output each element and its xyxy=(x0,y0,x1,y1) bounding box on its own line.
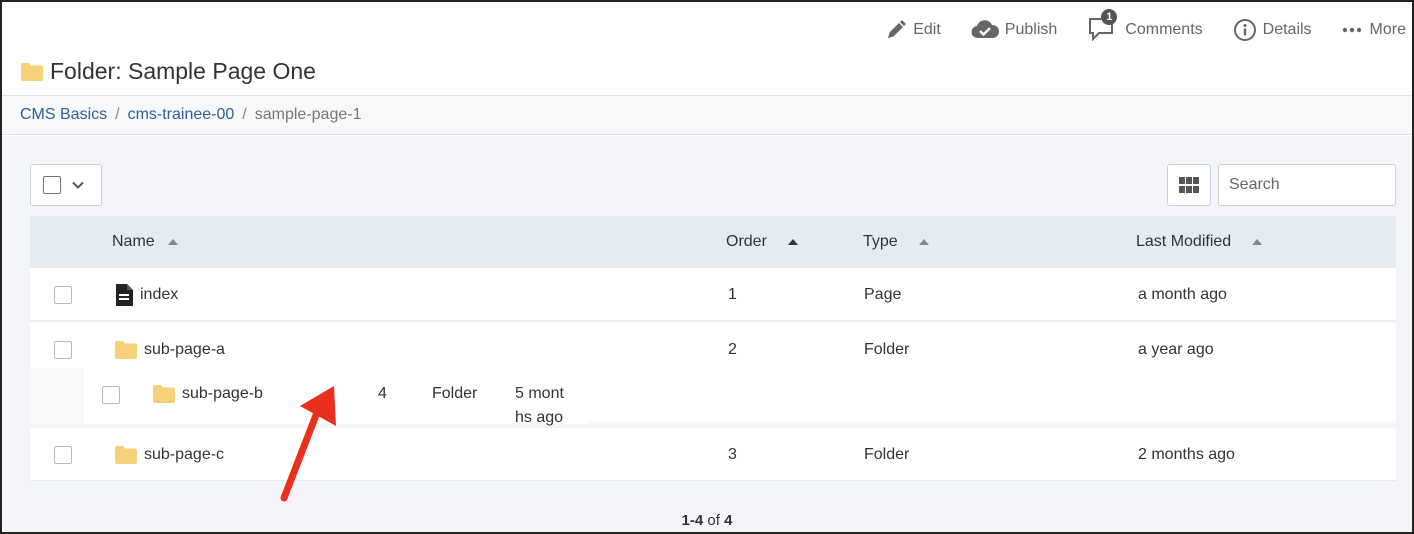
details-button[interactable]: Details xyxy=(1233,18,1312,42)
row-last-modified: a month ago xyxy=(1138,285,1227,303)
row-name-label: index xyxy=(140,285,179,303)
row-last-modified-line: hs ago xyxy=(515,409,564,426)
comments-label: Comments xyxy=(1125,21,1203,38)
column-header-label: Name xyxy=(112,233,155,250)
edit-label: Edit xyxy=(913,21,941,38)
chevron-down-icon xyxy=(72,181,84,189)
page-title: Folder: Sample Page One xyxy=(50,58,316,84)
column-header-order[interactable]: Order xyxy=(726,216,799,268)
table-row[interactable]: index 1 Page a month ago xyxy=(30,268,1396,321)
sort-asc-icon xyxy=(1252,239,1263,245)
row-last-modified: 5 mont hs ago xyxy=(515,382,564,430)
publish-button[interactable]: Publish xyxy=(971,19,1057,41)
more-button[interactable]: More xyxy=(1342,21,1406,39)
grid-icon xyxy=(1179,177,1199,193)
row-order: 1 xyxy=(728,285,737,303)
search-input[interactable] xyxy=(1218,164,1396,206)
column-header-type[interactable]: Type xyxy=(863,216,930,268)
row-name[interactable]: index xyxy=(114,268,178,321)
row-type: Folder xyxy=(432,385,478,402)
select-all-checkbox[interactable] xyxy=(43,176,61,194)
column-header-last-modified[interactable]: Last Modified xyxy=(1136,216,1263,268)
row-checkbox[interactable] xyxy=(102,386,120,404)
folder-icon xyxy=(153,385,175,403)
row-type: Folder xyxy=(864,445,910,463)
row-order: 4 xyxy=(378,385,387,402)
breadcrumb-link-cms-trainee[interactable]: cms-trainee-00 xyxy=(128,106,235,124)
column-header-label: Last Modified xyxy=(1136,233,1232,250)
pagination-total: 4 xyxy=(724,512,733,529)
cloud-check-icon xyxy=(971,20,999,39)
folder-icon xyxy=(115,445,137,464)
sort-asc-icon xyxy=(167,239,178,245)
sort-asc-icon xyxy=(918,239,929,245)
info-icon xyxy=(1233,19,1256,41)
comments-count-badge: 1 xyxy=(1101,8,1118,25)
more-label: More xyxy=(1369,21,1406,38)
pagination-range: 1-4 xyxy=(681,512,704,529)
breadcrumb-separator: / xyxy=(115,106,120,123)
breadcrumb-link-cms-basics[interactable]: CMS Basics xyxy=(20,106,107,124)
row-last-modified: 2 months ago xyxy=(1138,445,1235,463)
dragged-row[interactable]: sub-page-b 4 Folder 5 mont hs ago xyxy=(84,368,588,426)
folder-icon xyxy=(115,340,137,359)
row-name-label: sub-page-a xyxy=(144,340,225,358)
breadcrumb: CMS Basics / cms-trainee-00 / sample-pag… xyxy=(2,95,1412,135)
publish-label: Publish xyxy=(1004,21,1058,38)
row-type: Page xyxy=(864,285,902,303)
row-checkbox[interactable] xyxy=(54,445,72,464)
row-last-modified-line: 5 mont xyxy=(515,385,564,402)
ellipsis-icon xyxy=(1342,27,1361,33)
bulk-select-dropdown[interactable] xyxy=(30,164,102,206)
content-area: Name Order Type Last Modified xyxy=(2,136,1412,532)
drop-placeholder xyxy=(588,368,1396,422)
folder-icon xyxy=(21,62,43,81)
row-order: 3 xyxy=(728,445,737,463)
column-header-label: Type xyxy=(863,233,898,250)
pagination-of: of xyxy=(707,512,720,529)
column-header-name[interactable]: Name xyxy=(112,216,179,268)
page-icon xyxy=(116,283,133,306)
pencil-icon xyxy=(888,20,907,38)
top-toolbar: Edit Publish 1 Comments Details More xyxy=(855,8,1406,46)
edit-button[interactable]: Edit xyxy=(885,19,941,41)
breadcrumb-separator: / xyxy=(242,106,247,123)
comments-button[interactable]: 1 Comments xyxy=(1087,8,1203,46)
details-label: Details xyxy=(1262,21,1312,38)
row-name[interactable]: sub-page-c xyxy=(114,428,224,481)
pagination-summary: 1-4 of 4 xyxy=(2,512,1412,529)
row-name-label: sub-page-b xyxy=(182,385,263,402)
row-name[interactable]: sub-page-b xyxy=(152,368,263,420)
breadcrumb-current: sample-page-1 xyxy=(254,106,362,123)
grid-view-button[interactable] xyxy=(1167,164,1211,206)
table-row[interactable]: sub-page-c 3 Folder 2 months ago xyxy=(30,428,1396,481)
page-header: Folder: Sample Page One xyxy=(20,58,316,85)
table-header: Name Order Type Last Modified xyxy=(30,216,1396,268)
column-header-label: Order xyxy=(726,233,767,250)
sort-asc-icon xyxy=(787,239,798,245)
app-frame: Edit Publish 1 Comments Details More Fol… xyxy=(0,0,1414,534)
row-checkbox[interactable] xyxy=(54,340,72,359)
row-checkbox[interactable] xyxy=(54,285,72,304)
row-name-label: sub-page-c xyxy=(144,445,225,463)
